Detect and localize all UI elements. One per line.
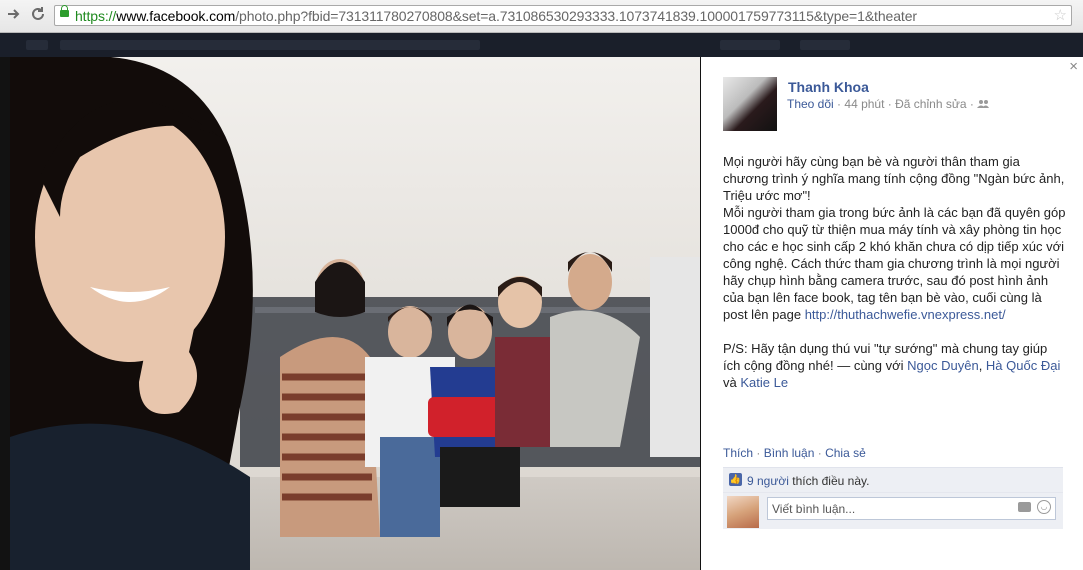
home-link	[800, 40, 850, 50]
profile-link	[720, 40, 780, 50]
edited-label[interactable]: Đã chỉnh sửa	[895, 97, 966, 111]
facebook-header-dimmed	[0, 33, 1083, 57]
facebook-logo-icon	[26, 40, 48, 50]
author-name[interactable]: Thanh Khoa	[788, 79, 869, 95]
follow-link[interactable]: Theo dõi	[787, 97, 834, 111]
commenter-avatar	[727, 496, 759, 528]
star-icon[interactable]: ☆	[1054, 7, 1067, 25]
post-actions: Thích · Bình luận · Chia sẻ	[723, 446, 866, 460]
comment-placeholder: Viết bình luận...	[772, 502, 856, 516]
url-scheme: https://	[75, 8, 117, 24]
post-time[interactable]: 44 phút	[844, 97, 884, 111]
reload-icon[interactable]	[28, 6, 48, 26]
lock-icon	[60, 5, 69, 17]
emoji-icon[interactable]: ◡	[1037, 500, 1051, 514]
post-meta: Theo dõi · 44 phút · Đã chỉnh sửa ·	[787, 97, 990, 111]
tag-ngoc-duyen[interactable]: Ngọc Duyên	[907, 358, 979, 373]
likes-count-link[interactable]: 9 người	[747, 474, 789, 488]
post-paragraph-3: P/S: Hãy tận dụng thú vui "tự sướng" mà …	[723, 341, 1061, 390]
post-paragraph-1: Mọi người hãy cùng bạn bè và người thân …	[723, 154, 1065, 203]
address-bar[interactable]: https://www.facebook.com/photo.php?fbid=…	[54, 5, 1072, 26]
likes-row: 👍 9 người thích điều này.	[723, 467, 1063, 493]
share-link[interactable]: Chia sẻ	[825, 446, 866, 460]
url-host: www.facebook.com	[116, 8, 236, 24]
url-text: https://www.facebook.com/photo.php?fbid=…	[75, 7, 917, 25]
search-box	[60, 40, 480, 50]
vnexpress-link[interactable]: http://thuthachwefie.vnexpress.net/	[805, 307, 1006, 322]
camera-icon[interactable]	[1018, 502, 1031, 512]
group-selfie-photo	[10, 57, 700, 570]
tag-katie-le[interactable]: Katie Le	[740, 375, 788, 390]
arrow-right-icon[interactable]	[4, 6, 24, 26]
friends-icon[interactable]	[977, 97, 990, 111]
comment-row: Viết bình luận... ◡	[723, 492, 1063, 529]
like-link[interactable]: Thích	[723, 446, 753, 460]
tag-ha-quoc-dai[interactable]: Hà Quốc Đại	[986, 358, 1060, 373]
close-icon[interactable]: ×	[1069, 59, 1078, 75]
post-text: Mọi người hãy cùng bạn bè và người thân …	[723, 153, 1068, 408]
url-path: /photo.php?fbid=731311780270808&set=a.73…	[235, 8, 917, 24]
photo-sidebar: × Thanh Khoa Theo dõi · 44 phút · Đã chỉ…	[701, 57, 1083, 570]
thumbs-up-icon: 👍	[729, 473, 742, 486]
comment-link[interactable]: Bình luận	[764, 446, 815, 460]
comment-input[interactable]: Viết bình luận... ◡	[767, 497, 1056, 520]
browser-toolbar: https://www.facebook.com/photo.php?fbid=…	[0, 0, 1083, 33]
post-paragraph-2: Mỗi người tham gia trong bức ảnh là các …	[723, 205, 1066, 322]
author-avatar[interactable]	[723, 77, 777, 131]
photo-viewer[interactable]	[10, 57, 700, 570]
likes-summary: 9 người thích điều này.	[747, 474, 870, 488]
